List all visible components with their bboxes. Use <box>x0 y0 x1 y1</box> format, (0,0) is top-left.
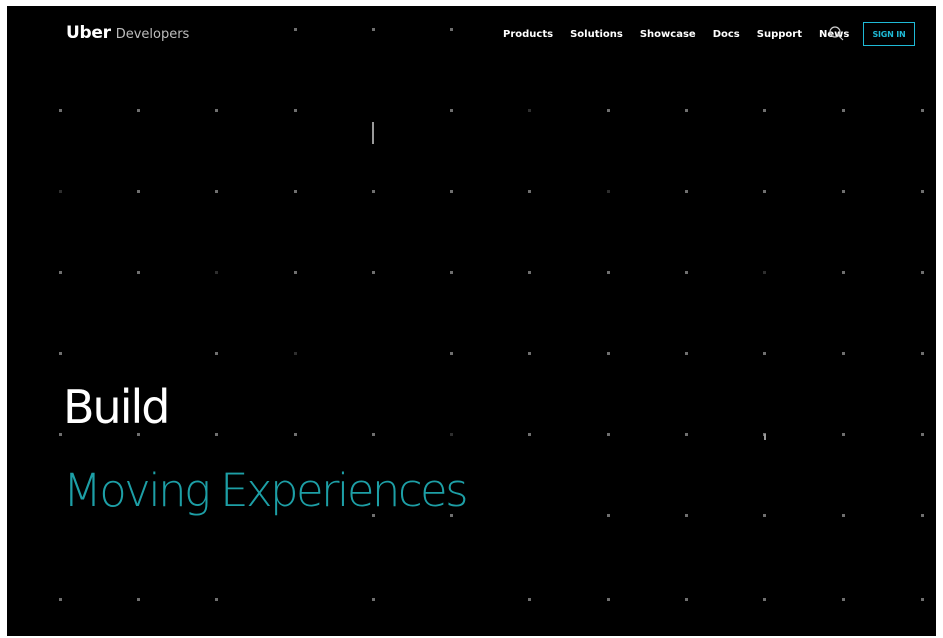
grid-dot <box>450 271 453 274</box>
grid-dot <box>528 433 531 436</box>
grid-dot <box>528 190 531 193</box>
grid-dot <box>215 433 218 436</box>
grid-dot <box>450 352 453 355</box>
grid-dot <box>294 109 297 112</box>
page: Uber Developers Products Solutions Showc… <box>7 6 936 636</box>
grid-dot <box>528 352 531 355</box>
grid-dot <box>842 514 845 517</box>
grid-dot <box>215 352 218 355</box>
grid-dot <box>921 109 924 112</box>
main-nav: Products Solutions Showcase Docs Support… <box>503 29 849 40</box>
grid-dot <box>528 109 531 112</box>
grid-dot <box>842 352 845 355</box>
grid-dot <box>842 598 845 601</box>
sign-in-button[interactable]: SIGN IN <box>863 22 915 46</box>
grid-dot <box>921 190 924 193</box>
grid-dot <box>528 598 531 601</box>
grid-dot <box>372 433 375 436</box>
grid-dot <box>763 190 766 193</box>
grid-dot <box>450 109 453 112</box>
grid-dot <box>294 271 297 274</box>
grid-dot <box>59 190 62 193</box>
grid-dot <box>59 352 62 355</box>
grid-dot <box>372 28 375 31</box>
grid-dot <box>372 271 375 274</box>
grid-dot <box>294 190 297 193</box>
grid-dot <box>607 598 610 601</box>
grid-dot <box>842 109 845 112</box>
grid-dot <box>137 598 140 601</box>
grid-dot <box>294 28 297 31</box>
grid-dot <box>763 598 766 601</box>
grid-dot <box>59 598 62 601</box>
grid-dot <box>450 433 453 436</box>
brand-name: Uber <box>66 23 111 43</box>
grid-dot <box>215 598 218 601</box>
grid-dot <box>842 271 845 274</box>
hero-heading-moving-experiences: Moving Experiences <box>63 464 469 517</box>
grid-dot <box>215 109 218 112</box>
grid-line-accent <box>764 434 766 440</box>
grid-dot <box>763 271 766 274</box>
grid-dot <box>842 190 845 193</box>
grid-dot <box>372 598 375 601</box>
grid-dot <box>921 433 924 436</box>
grid-dot <box>215 190 218 193</box>
grid-dot <box>607 352 610 355</box>
grid-dot <box>137 109 140 112</box>
grid-dot <box>921 271 924 274</box>
nav-solutions[interactable]: Solutions <box>570 29 623 40</box>
grid-dot <box>294 433 297 436</box>
grid-dot <box>528 271 531 274</box>
grid-dot <box>215 271 218 274</box>
grid-dot <box>685 190 688 193</box>
grid-dot <box>607 190 610 193</box>
grid-dot <box>921 352 924 355</box>
grid-dot <box>763 514 766 517</box>
grid-dot <box>685 109 688 112</box>
grid-dot <box>685 352 688 355</box>
grid-dot <box>137 271 140 274</box>
nav-docs[interactable]: Docs <box>713 29 740 40</box>
grid-dot <box>763 109 766 112</box>
grid-dot <box>59 433 62 436</box>
brand-suffix: Developers <box>115 27 190 42</box>
grid-dot <box>450 28 453 31</box>
nav-support[interactable]: Support <box>757 29 802 40</box>
grid-dot <box>607 271 610 274</box>
grid-dot <box>685 514 688 517</box>
grid-line-accent <box>372 122 374 144</box>
uber-developers-logo[interactable]: Uber Developers <box>66 23 189 43</box>
grid-dot <box>921 598 924 601</box>
grid-dot <box>685 271 688 274</box>
search-icon[interactable] <box>828 25 846 43</box>
grid-dot <box>607 109 610 112</box>
grid-dot <box>685 433 688 436</box>
grid-dot <box>59 109 62 112</box>
grid-dot <box>607 433 610 436</box>
grid-dot <box>607 514 610 517</box>
grid-dot <box>921 514 924 517</box>
dot-grid-background <box>7 6 936 636</box>
nav-showcase[interactable]: Showcase <box>640 29 696 40</box>
grid-dot <box>450 190 453 193</box>
hero-heading-build: Build <box>63 380 170 434</box>
grid-dot <box>372 190 375 193</box>
grid-dot <box>137 190 140 193</box>
nav-products[interactable]: Products <box>503 29 553 40</box>
grid-dot <box>294 352 297 355</box>
grid-dot <box>59 271 62 274</box>
grid-dot <box>685 598 688 601</box>
grid-dot <box>842 433 845 436</box>
grid-dot <box>763 352 766 355</box>
